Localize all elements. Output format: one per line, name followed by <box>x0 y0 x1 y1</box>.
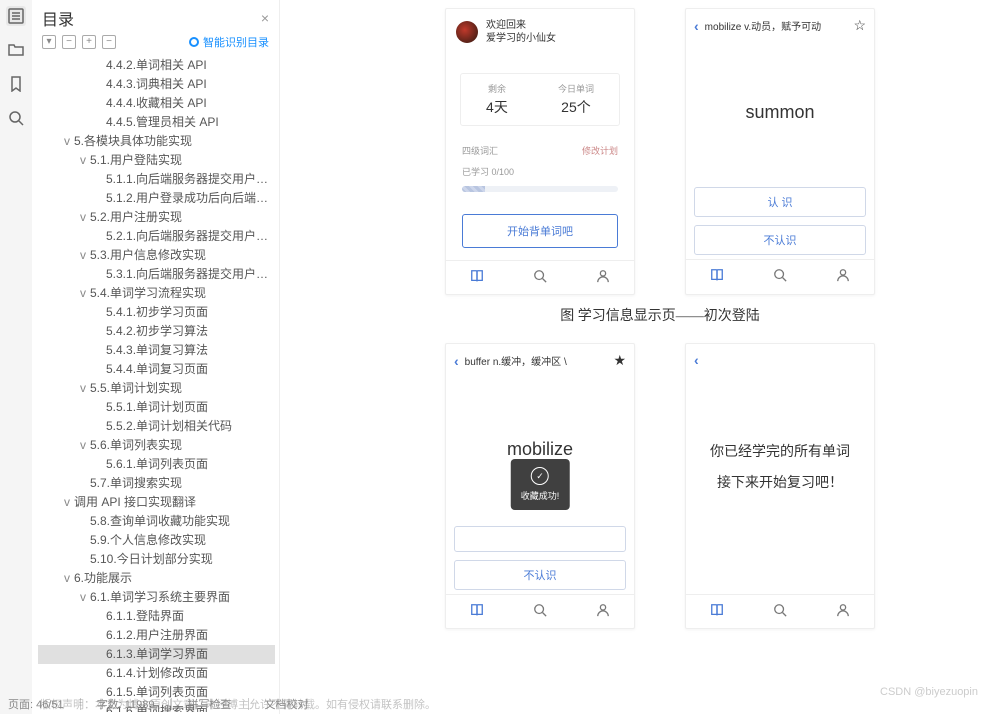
unknown-button[interactable]: 不认识 <box>454 560 626 590</box>
toc-node[interactable]: 5.3.1.向后端服务器提交用户更改的信 … <box>38 265 275 284</box>
toc-node[interactable]: v调用 API 接口实现翻译 <box>38 493 275 512</box>
know-button[interactable]: 认 识 <box>694 187 866 217</box>
toc-node[interactable]: 5.4.1.初步学习页面 <box>38 303 275 322</box>
start-button[interactable]: 开始背单词吧 <box>462 214 618 248</box>
toc-node[interactable]: 5.10.今日计划部分实现 <box>38 550 275 569</box>
mock-word-card: ‹ mobilize v.动员，赋予可动 ☆ summon 认 识 不认识 <box>685 8 875 295</box>
mock-word-toast: ‹ buffer n.缓冲，缓冲区 \ ★ mobilize . 不认识 ✓ 收… <box>445 343 635 629</box>
toc-node[interactable]: v5.6.单词列表实现 <box>38 436 275 455</box>
profile-icon[interactable] <box>596 269 610 286</box>
toc-node[interactable]: v5.1.用户登陆实现 <box>38 151 275 170</box>
toc-node[interactable]: v6.功能展示 <box>38 569 275 588</box>
bottom-nav <box>446 260 634 294</box>
word-header: mobilize v.动员，赋予可动 <box>705 18 822 33</box>
toc-node[interactable]: 6.1.3.单词学习界面 <box>38 645 275 664</box>
toc-node[interactable]: 6.1.2.用户注册界面 <box>38 626 275 645</box>
profile-icon[interactable] <box>836 268 850 285</box>
close-icon[interactable]: × <box>261 10 269 26</box>
toc-node[interactable]: 5.7.单词搜索实现 <box>38 474 275 493</box>
toc-node[interactable]: 5.4.4.单词复习页面 <box>38 360 275 379</box>
book-icon[interactable] <box>710 268 724 285</box>
profile-icon[interactable] <box>596 603 610 620</box>
target-icon <box>189 37 199 47</box>
expand-all-icon[interactable]: − <box>102 35 116 49</box>
check-icon: ✓ <box>531 467 549 485</box>
search-icon[interactable] <box>533 603 547 620</box>
status-bar: 页面: 46/51 字数: 11989 拼写检查 文档校对 版权声明：本文为博主… <box>0 696 1000 712</box>
avatar <box>456 21 478 43</box>
word-header: buffer n.缓冲，缓冲区 \ <box>465 353 567 368</box>
toc-node[interactable]: 5.2.1.向后端服务器提交用户注册信息 … <box>38 227 275 246</box>
toc-node[interactable]: 5.6.1.单词列表页面 <box>38 455 275 474</box>
search-icon[interactable] <box>533 269 547 286</box>
toast: ✓ 收藏成功! <box>511 459 570 510</box>
toc-node[interactable]: 4.4.5.管理员相关 API <box>38 113 275 132</box>
welcome-text: 欢迎回来 <box>486 19 556 32</box>
toc-node[interactable]: 4.4.3.词典相关 API <box>38 75 275 94</box>
book-icon[interactable] <box>470 603 484 620</box>
back-icon[interactable]: ‹ <box>694 352 699 368</box>
progress-bar <box>462 186 618 192</box>
outline-sidebar: 目录 × ▾ − + − 智能识别目录 4.4.2.单词相关 API4.4.3.… <box>32 0 280 714</box>
figure-caption: 图 学习信息显示页——初次登陆 <box>340 305 980 325</box>
disclaimer-text: 版权声明：本文为博主原创文章，未经博主允许不得转载。如有侵权请联系删除。 <box>40 696 436 712</box>
toc-node[interactable]: v6.1.单词学习系统主要界面 <box>38 588 275 607</box>
book-icon[interactable] <box>470 269 484 286</box>
toc-node[interactable]: 5.1.2.用户登录成功后向后端服务器获取 … <box>38 189 275 208</box>
sidebar-title: 目录 <box>42 6 74 30</box>
level-plus-icon[interactable]: + <box>82 35 96 49</box>
username-text: 爱学习的小仙女 <box>486 32 556 45</box>
profile-icon[interactable] <box>836 603 850 620</box>
star-icon[interactable]: ☆ <box>853 17 866 34</box>
toc-node[interactable]: 4.4.4.收藏相关 API <box>38 94 275 113</box>
toc-tree: 4.4.2.单词相关 API4.4.3.词典相关 API4.4.4.收藏相关 A… <box>32 54 279 712</box>
search-icon[interactable] <box>6 108 26 128</box>
level-minus-icon[interactable]: − <box>62 35 76 49</box>
document-page: 欢迎回来 爱学习的小仙女 剩余 4天 今日单词 25个 四级词汇 <box>280 0 1000 714</box>
toc-node[interactable]: 5.8.查询单词收藏功能实现 <box>38 512 275 531</box>
toc-node[interactable]: v5.4.单词学习流程实现 <box>38 284 275 303</box>
watermark: CSDN @biyezuopin <box>880 686 978 698</box>
toc-node[interactable]: 5.4.3.单词复习算法 <box>38 341 275 360</box>
toc-node[interactable]: 5.5.1.单词计划页面 <box>38 398 275 417</box>
back-icon[interactable]: ‹ <box>454 353 459 369</box>
outline-icon[interactable] <box>6 6 26 26</box>
toc-node[interactable]: 4.4.2.单词相关 API <box>38 56 275 75</box>
folder-icon[interactable] <box>6 40 26 60</box>
mock-finish-screen: ‹ 你已经学完的所有单词 接下来开始复习吧！ <box>685 343 875 629</box>
toc-node[interactable]: 5.1.1.向后端服务器提交用户登录信息 … <box>38 170 275 189</box>
toc-node[interactable]: v5.2.用户注册实现 <box>38 208 275 227</box>
toc-node[interactable]: 6.1.4.计划修改页面 <box>38 664 275 683</box>
back-icon[interactable]: ‹ <box>694 18 699 34</box>
toc-node[interactable]: v5.各模块具体功能实现 <box>38 132 275 151</box>
book-icon[interactable] <box>710 603 724 620</box>
toc-node[interactable]: 5.5.2.单词计划相关代码 <box>38 417 275 436</box>
search-icon[interactable] <box>773 603 787 620</box>
collapse-all-icon[interactable]: ▾ <box>42 35 56 49</box>
toc-node[interactable]: v5.3.用户信息修改实现 <box>38 246 275 265</box>
toc-node[interactable]: 5.9.个人信息修改实现 <box>38 531 275 550</box>
search-icon[interactable] <box>773 268 787 285</box>
toc-node[interactable]: v5.5.单词计划实现 <box>38 379 275 398</box>
left-rail <box>0 0 32 714</box>
smart-detect-toc[interactable]: 智能识别目录 <box>189 34 269 50</box>
bookmark-icon[interactable] <box>6 74 26 94</box>
toc-node[interactable]: 5.4.2.初步学习算法 <box>38 322 275 341</box>
toc-node[interactable]: 6.1.1.登陆界面 <box>38 607 275 626</box>
unknown-button[interactable]: 不认识 <box>694 225 866 255</box>
mock-home-screen: 欢迎回来 爱学习的小仙女 剩余 4天 今日单词 25个 四级词汇 <box>445 8 635 295</box>
star-icon[interactable]: ★ <box>613 352 626 369</box>
